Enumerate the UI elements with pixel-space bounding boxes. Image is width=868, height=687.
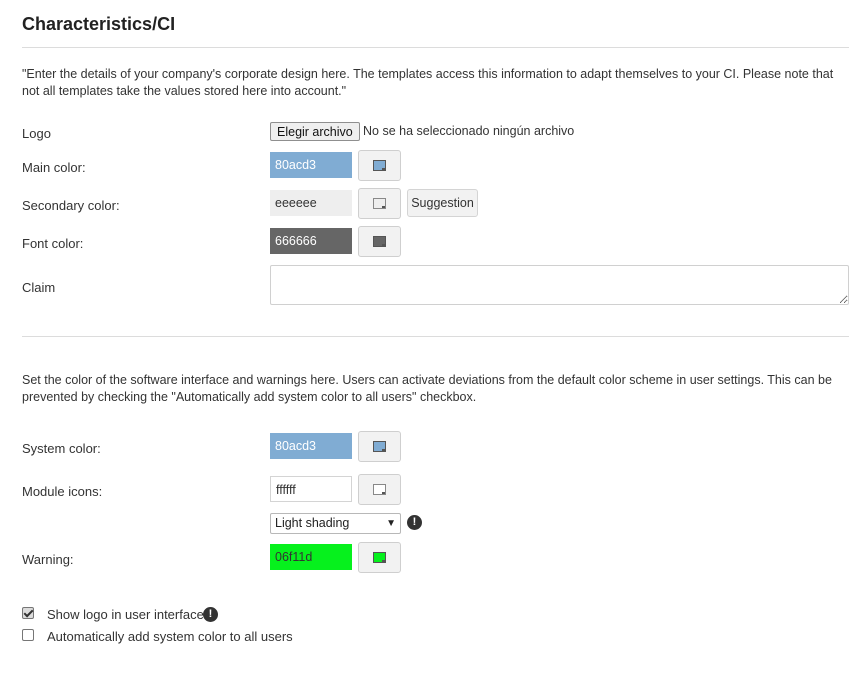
- secondary-color-label: Secondary color:: [22, 198, 120, 213]
- info-icon[interactable]: !: [407, 515, 422, 530]
- section-divider: [22, 336, 849, 337]
- system-intro-text: Set the color of the software interface …: [22, 373, 832, 404]
- system-color-label: System color:: [22, 441, 101, 456]
- color-picker-icon: [373, 484, 386, 495]
- claim-textarea[interactable]: [270, 265, 849, 305]
- show-logo-label: Show logo in user interface: [47, 607, 204, 622]
- secondary-color-input[interactable]: eeeeee: [270, 190, 352, 216]
- main-color-input[interactable]: 80acd3: [270, 152, 352, 178]
- warning-color-input[interactable]: 06f11d: [270, 544, 352, 570]
- claim-label: Claim: [22, 280, 56, 295]
- system-color-picker-button[interactable]: [358, 431, 401, 462]
- main-color-label: Main color:: [22, 160, 86, 175]
- suggestion-button[interactable]: Suggestion: [407, 189, 478, 217]
- secondary-color-picker-button[interactable]: [358, 188, 401, 219]
- info-icon[interactable]: !: [203, 607, 218, 622]
- auto-system-color-checkbox[interactable]: [22, 629, 34, 641]
- module-icons-label: Module icons:: [22, 484, 103, 499]
- font-color-picker-button[interactable]: [358, 226, 401, 257]
- font-color-label: Font color:: [22, 236, 84, 251]
- color-picker-icon: [373, 236, 386, 247]
- auto-system-color-label: Automatically add system color to all us…: [47, 629, 293, 644]
- color-picker-icon: [373, 552, 386, 563]
- chevron-down-icon: ▼: [386, 518, 396, 529]
- module-icons-color-picker-button[interactable]: [358, 474, 401, 505]
- color-picker-icon: [373, 198, 386, 209]
- ci-intro-text: "Enter the details of your company's cor…: [22, 67, 834, 98]
- color-picker-icon: [373, 441, 386, 452]
- show-logo-checkbox[interactable]: [22, 607, 34, 619]
- logo-label: Logo: [22, 126, 51, 141]
- choose-file-button[interactable]: Elegir archivo: [270, 122, 360, 141]
- color-picker-icon: [373, 160, 386, 171]
- file-status-text: No se ha seleccionado ningún archivo: [363, 124, 575, 138]
- main-color-picker-button[interactable]: [358, 150, 401, 181]
- module-icons-color-input[interactable]: ffffff: [270, 476, 352, 502]
- title-divider: [22, 47, 849, 48]
- shading-select-value: Light shading: [275, 516, 350, 530]
- system-color-input[interactable]: 80acd3: [270, 433, 352, 459]
- font-color-input[interactable]: 666666: [270, 228, 352, 254]
- warning-label: Warning:: [22, 552, 74, 567]
- section-title: Characteristics/CI: [22, 14, 176, 34]
- shading-select[interactable]: Light shading ▼: [270, 513, 401, 534]
- warning-color-picker-button[interactable]: [358, 542, 401, 573]
